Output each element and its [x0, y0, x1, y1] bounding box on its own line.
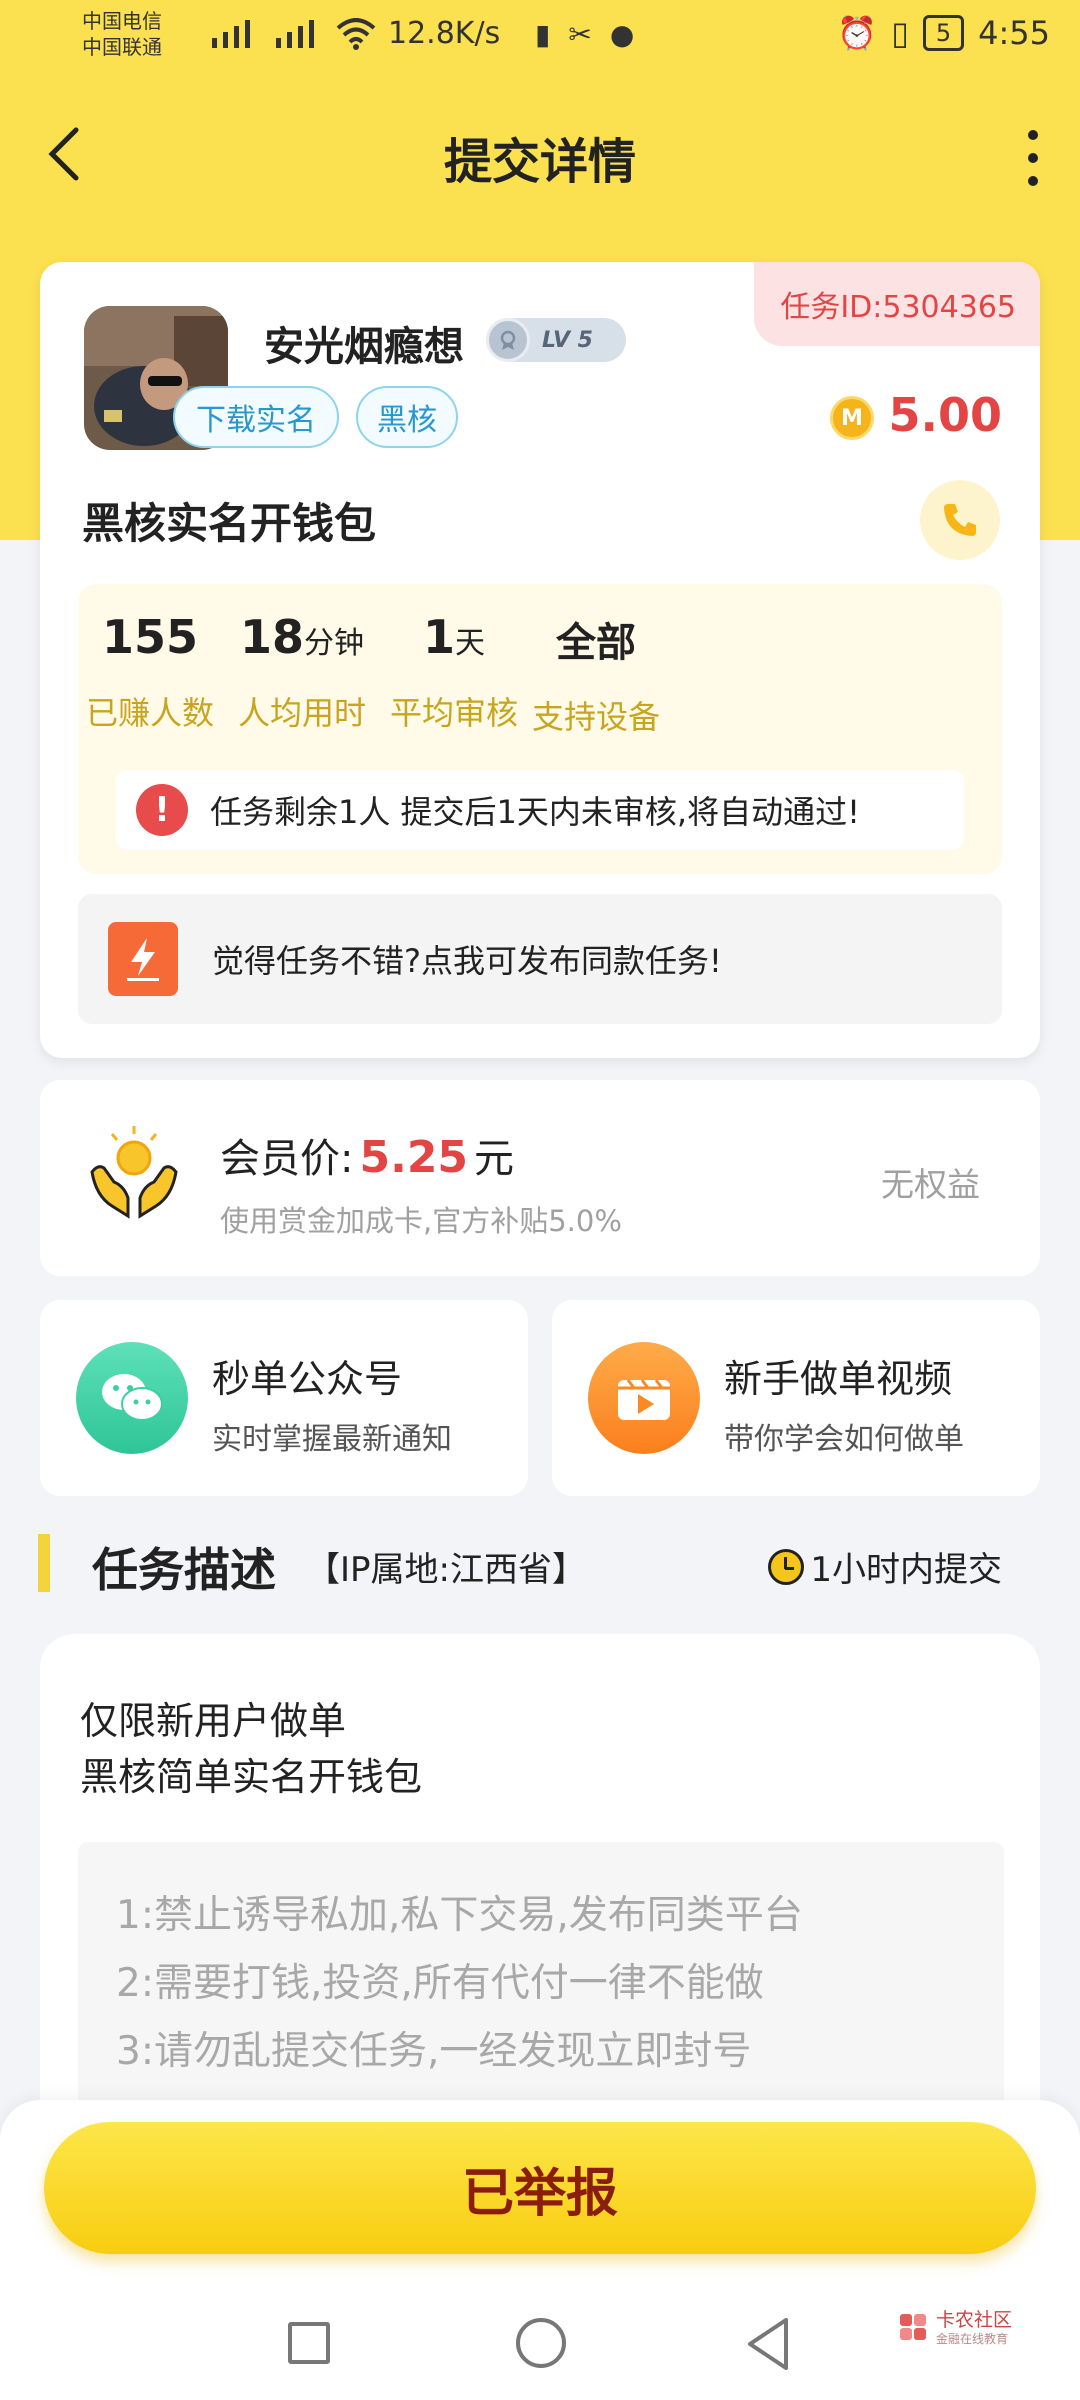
wechat-official-account-card[interactable]: 秒单公众号 实时掌握最新通知: [40, 1300, 528, 1496]
carrier-labels: 中国电信 中国联通: [82, 8, 162, 60]
member-price: 会员价: 5.25 元: [220, 1126, 514, 1184]
alarm-icon: ⏰: [837, 14, 878, 52]
video-icon: [588, 1342, 700, 1454]
more-dot-icon: [1028, 130, 1038, 140]
battery-icon: 5: [922, 15, 965, 51]
wechat-icon: [76, 1342, 188, 1454]
hands-coin-icon: [84, 1124, 184, 1224]
message-icon: ●: [609, 18, 635, 51]
system-nav-bar: 卡农社区 金融在线教育: [0, 2286, 1080, 2400]
promo-subtitle: 带你学会如何做单: [724, 1422, 964, 1457]
recent-apps-button[interactable]: [288, 2322, 330, 2364]
lightning-icon: [108, 922, 178, 996]
notification-icons: ▮ ✂ ●: [535, 18, 634, 51]
status-bar: 中国电信 中国联通 12.8K/s ▮ ✂ ● ⏰ ▯ 5 4:55: [0, 0, 1080, 72]
rule-item: 3:请勿乱提交任务,一经发现立即封号: [116, 2029, 752, 2074]
carrier-2: 中国联通: [82, 35, 162, 59]
medal-icon: [486, 318, 530, 362]
section-title: 任务描述: [92, 1543, 276, 1597]
rules-box: 1:禁止诱导私加,私下交易,发布同类平台 2:需要打钱,投资,所有代付一律不能做…: [78, 1842, 1004, 2142]
publisher-name: 安光烟瘾想: [264, 324, 464, 370]
watermark: 卡农社区 金融在线教育: [900, 2310, 1012, 2347]
stat-value: 1: [422, 610, 455, 664]
status-right: ⏰ ▯ 5 4:55: [837, 14, 1050, 52]
alert-icon: ▮: [535, 18, 551, 51]
clock-icon: [768, 1548, 805, 1585]
member-benefit-status: 无权益: [881, 1165, 980, 1204]
signal-icon: [212, 20, 314, 48]
stat-label: 支持设备: [531, 698, 660, 736]
member-price-label: 会员价:: [220, 1136, 354, 1182]
description-line: 仅限新用户做单: [80, 1699, 347, 1743]
tag-black-core: 黑核: [356, 386, 458, 448]
submit-deadline: 1小时内提交: [768, 1542, 1002, 1591]
home-button[interactable]: [516, 2318, 566, 2368]
network-speed: 12.8K/s: [388, 16, 501, 51]
publish-prompt-text: 觉得任务不错?点我可发布同款任务!: [212, 942, 722, 980]
stat-unit: 天: [455, 626, 485, 661]
rule-item: 1:禁止诱导私加,私下交易,发布同类平台: [116, 1893, 803, 1938]
deadline-text: 1小时内提交: [810, 1550, 1002, 1590]
notice-text: 任务剩余1人 提交后1天内未审核,将自动通过!: [210, 793, 860, 831]
stat-devices: 全部 支持设备: [496, 610, 696, 738]
publish-similar-task-button[interactable]: 觉得任务不错?点我可发布同款任务!: [78, 894, 1002, 1024]
beginner-video-card[interactable]: 新手做单视频 带你学会如何做单: [552, 1300, 1040, 1496]
task-id-badge: 任务ID:5304365: [754, 262, 1040, 346]
description-line: 黑核简单实名开钱包: [80, 1755, 423, 1799]
rule-item: 2:需要打钱,投资,所有代付一律不能做: [116, 1961, 764, 2006]
reported-button[interactable]: 已举报: [44, 2122, 1036, 2254]
task-stats: 155 已赚人数 18分钟 人均用时 1天 平均审核 全部 支持设备 ! 任务剩…: [78, 584, 1002, 874]
watermark-logo-icon: [900, 2313, 930, 2344]
page-title: 提交详情: [443, 134, 636, 190]
level-text: LV 5: [542, 327, 593, 353]
task-price: 5.00: [888, 388, 1003, 442]
alipay-icon: ✂: [568, 18, 592, 51]
wifi-icon: [336, 18, 376, 54]
stat-value: 18: [239, 610, 304, 664]
promo-title: 秒单公众号: [212, 1357, 403, 1401]
auto-approve-notice: ! 任务剩余1人 提交后1天内未审核,将自动通过!: [116, 770, 964, 850]
more-options-button[interactable]: [1026, 130, 1040, 186]
promo-subtitle: 实时掌握最新通知: [212, 1422, 452, 1457]
contact-phone-button[interactable]: [920, 480, 1000, 560]
phone-icon: [944, 504, 976, 536]
more-dot-icon: [1028, 153, 1038, 163]
task-card: 任务ID:5304365 安光烟瘾想 LV 5 下载实名 黑核 M 5.00 黑…: [40, 262, 1040, 1058]
carrier-1: 中国电信: [82, 9, 162, 33]
vibrate-icon: ▯: [891, 14, 909, 52]
warning-icon: !: [136, 784, 188, 836]
task-name: 黑核实名开钱包: [82, 499, 377, 548]
watermark-title: 卡农社区: [936, 2309, 1013, 2331]
tag-download-realname: 下载实名: [173, 386, 339, 448]
member-price-unit: 元: [474, 1136, 515, 1182]
member-subtitle: 使用赏金加成卡,官方补贴5.0%: [220, 1204, 622, 1238]
more-dot-icon: [1028, 176, 1038, 186]
watermark-subtitle: 金融在线教育: [936, 2332, 1009, 2346]
stat-value: 155: [101, 610, 199, 664]
level-badge: LV 5: [486, 318, 626, 362]
coin-icon: M: [830, 396, 874, 440]
clock-time: 4:55: [978, 14, 1050, 52]
ip-location: 【IP属地:江西省】: [306, 1550, 586, 1590]
member-price-card[interactable]: 会员价: 5.25 元 使用赏金加成卡,官方补贴5.0% 无权益: [40, 1080, 1040, 1276]
member-price-value: 5.25: [359, 1132, 469, 1183]
promo-title: 新手做单视频: [724, 1357, 953, 1401]
triangle-back-icon: [748, 2318, 788, 2370]
section-accent-bar: [38, 1534, 50, 1592]
back-nav-button[interactable]: [744, 2316, 792, 2376]
stat-value: 全部: [556, 620, 636, 666]
